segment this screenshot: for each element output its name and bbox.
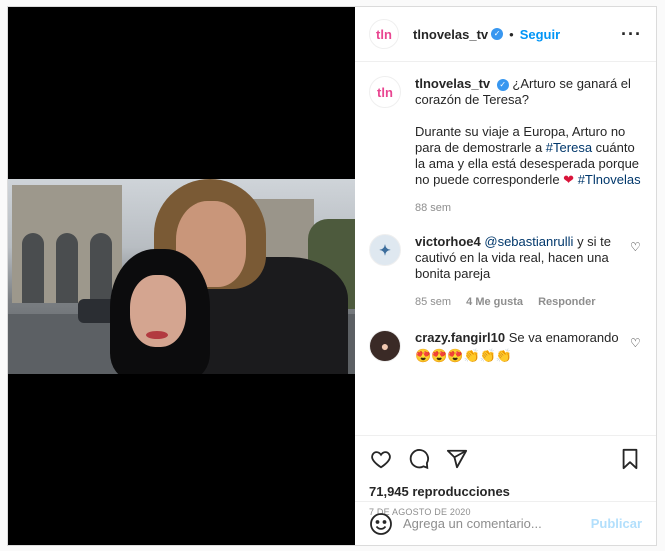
commenter-avatar[interactable]: ● — [369, 330, 401, 362]
comment-item: ● crazy.fangirl10 Se va enamorando 😍😍😍👏👏… — [369, 330, 642, 364]
comment-like-icon[interactable]: ♡ — [630, 240, 642, 310]
commenter-avatar[interactable]: ✦ — [369, 234, 401, 266]
hashtag-teresa[interactable]: #Teresa — [546, 140, 592, 155]
post-modal: tln tlnovelas_tv ✓ • Seguir ··· tln tlno… — [7, 6, 657, 546]
caption-username[interactable]: tlnovelas_tv — [415, 76, 490, 91]
publish-button[interactable]: Publicar — [591, 516, 642, 531]
verified-badge-icon: ✓ — [491, 28, 504, 40]
emoji-icon[interactable] — [369, 512, 393, 536]
caption-time[interactable]: 88 sem — [415, 202, 451, 214]
hashtag-tlnovelas[interactable]: #Tlnovelas — [578, 172, 641, 187]
comment-mention[interactable]: @sebastianrulli — [484, 234, 573, 249]
background-monument — [12, 185, 122, 303]
comment-like-icon[interactable]: ♡ — [630, 336, 642, 364]
comment-icon[interactable] — [407, 447, 431, 471]
verified-badge-icon: ✓ — [496, 78, 509, 91]
more-options-icon[interactable]: ··· — [621, 24, 642, 45]
video-frame[interactable] — [8, 179, 355, 374]
account-avatar[interactable]: tln — [369, 19, 399, 49]
view-count[interactable]: 71,945 reproducciones — [369, 484, 642, 499]
comment-composer: Publicar — [355, 501, 656, 545]
comment-likes[interactable]: 4 Me gusta — [466, 296, 523, 308]
heart-icon[interactable] — [369, 447, 393, 471]
woman-figure — [110, 249, 220, 374]
comment-item: ✦ victorhoe4 @sebastianrulli y si te cau… — [369, 234, 642, 310]
caption-avatar[interactable]: tln — [369, 76, 401, 108]
comment-time[interactable]: 85 sem — [415, 296, 451, 308]
bookmark-icon[interactable] — [618, 447, 642, 471]
post-sidebar: tln tlnovelas_tv ✓ • Seguir ··· tln tlno… — [355, 7, 656, 545]
comment-username[interactable]: crazy.fangirl10 — [415, 330, 505, 345]
follow-button[interactable]: Seguir — [520, 27, 560, 42]
post-header: tln tlnovelas_tv ✓ • Seguir ··· — [355, 7, 656, 62]
comment-input[interactable] — [403, 516, 591, 531]
comments-list: tln tlnovelas_tv ✓ ¿Arturo se ganará el … — [355, 62, 656, 435]
video-player[interactable] — [8, 7, 355, 545]
comment-username[interactable]: victorhoe4 — [415, 234, 481, 249]
comment-emojis: 😍😍😍👏👏👏 — [415, 348, 513, 363]
reply-button[interactable]: Responder — [538, 296, 595, 308]
caption: tln tlnovelas_tv ✓ ¿Arturo se ganará el … — [369, 76, 642, 216]
account-username[interactable]: tlnovelas_tv — [413, 27, 488, 42]
share-icon[interactable] — [445, 447, 469, 471]
separator-dot: • — [509, 26, 514, 42]
red-heart-emoji: ❤ — [563, 172, 575, 187]
comment-text: Se va enamorando — [508, 330, 619, 345]
